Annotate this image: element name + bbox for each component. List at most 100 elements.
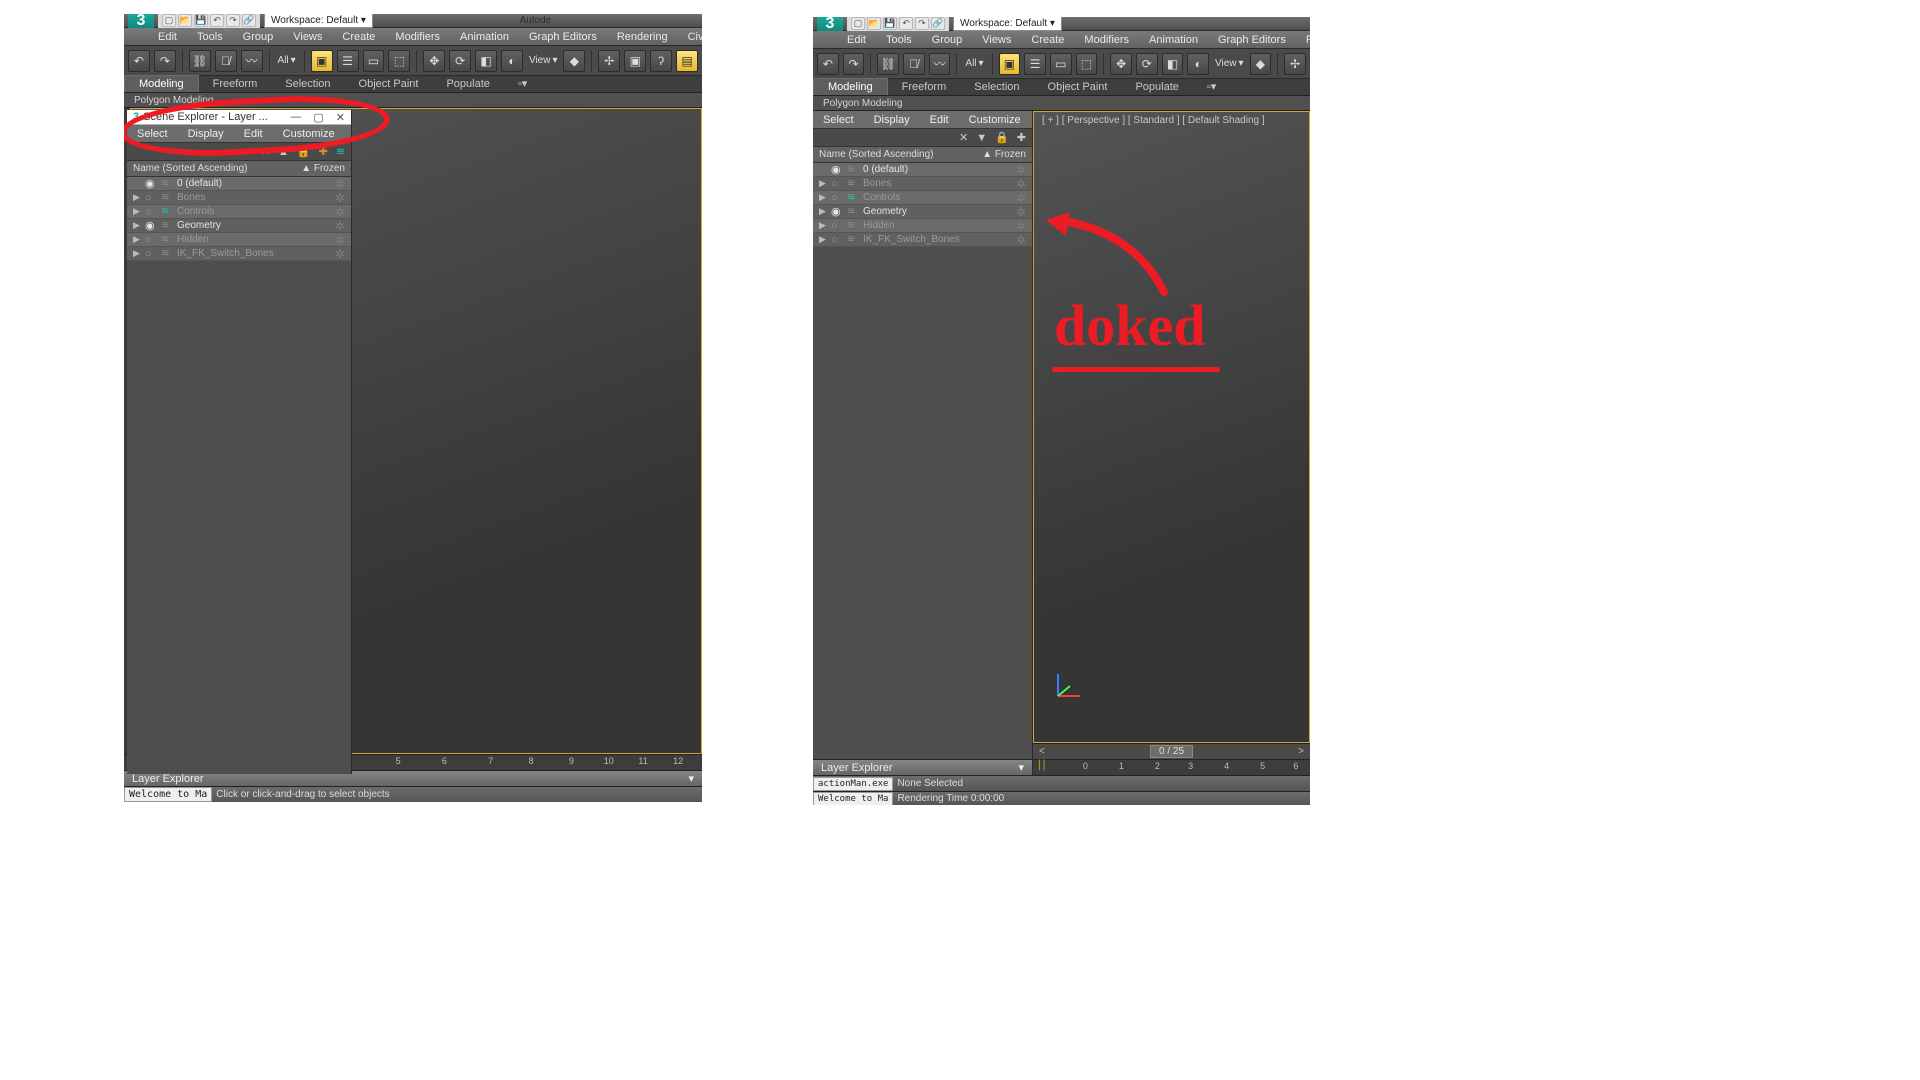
keyboard-shortcut-button[interactable]: ▣ [624, 50, 646, 72]
workspace-selector[interactable]: Workspace: Default ▾ [953, 17, 1062, 31]
scene-explorer-floating[interactable]: 3 Scene Explorer - Layer ... — ▢ ✕ Selec… [127, 110, 352, 774]
layer-row[interactable]: ▶○≋Hidden✲ [127, 233, 351, 247]
bind-button[interactable]: 〰 [929, 53, 951, 75]
layer-explorer-bar[interactable]: Layer Explorer▾ [813, 759, 1032, 775]
menu-group[interactable]: Group [922, 32, 973, 48]
undo-button[interactable]: ↶ [817, 53, 839, 75]
expand-arrow-icon[interactable]: ▶ [819, 206, 827, 217]
placement-button[interactable]: ◐ [501, 50, 523, 72]
rotate-button[interactable]: ⟳ [449, 50, 471, 72]
freeze-icon[interactable]: ✲ [335, 247, 351, 261]
visibility-eye-icon[interactable]: ○ [831, 220, 843, 232]
selection-filter[interactable]: All ▾ [276, 55, 298, 66]
maxscript-listener[interactable]: Welcome to Ma [124, 787, 212, 802]
visibility-eye-icon[interactable]: ○ [145, 206, 157, 218]
ribbon-tab-modeling[interactable]: Modeling [813, 78, 888, 95]
toggle-scene-explorer-button[interactable]: ▤ [676, 50, 698, 72]
undo-button[interactable]: ↶ [128, 50, 150, 72]
layer-row[interactable]: ◉≋0 (default)✲ [813, 163, 1032, 177]
menu-graph-editors[interactable]: Graph Editors [1208, 32, 1296, 48]
layer-name[interactable]: Geometry [863, 206, 1012, 217]
menu-animation[interactable]: Animation [450, 29, 519, 45]
time-ruler[interactable]: ⎮⎮ 0 1 2 3 4 5 6 [1033, 759, 1310, 775]
freeze-icon[interactable]: ✲ [335, 205, 351, 219]
menu-graph-editors[interactable]: Graph Editors [519, 29, 607, 45]
layer-name[interactable]: IK_FK_Switch_Bones [863, 234, 1012, 245]
se-lock-icon[interactable]: 🔒 [995, 131, 1009, 144]
visibility-eye-icon[interactable]: ○ [831, 178, 843, 190]
layer-row[interactable]: ◉≋0 (default)✲ [127, 177, 351, 191]
expand-arrow-icon[interactable]: ▶ [133, 248, 141, 259]
unlink-button[interactable]: ⛓̸ [903, 53, 925, 75]
layer-name[interactable]: Bones [177, 192, 331, 203]
layer-row[interactable]: ▶○≋Controls✲ [127, 205, 351, 219]
col-name[interactable]: Name (Sorted Ascending) [819, 149, 934, 160]
visibility-eye-icon[interactable]: ○ [831, 192, 843, 204]
visibility-eye-icon[interactable]: ○ [831, 234, 843, 246]
ribbon-collapse-icon[interactable]: ▫▾ [504, 75, 541, 92]
ref-coord-system[interactable]: View ▾ [527, 55, 560, 66]
freeze-icon[interactable]: ✲ [1016, 163, 1032, 177]
visibility-eye-icon[interactable]: ○ [145, 248, 157, 260]
ribbon-collapse-icon[interactable]: ▫▾ [1193, 78, 1230, 95]
time-slider[interactable]: < 0 / 25 > [1033, 743, 1310, 759]
layer-row[interactable]: ▶◉≋Geometry✲ [127, 219, 351, 233]
viewport-label[interactable]: [ + ] [ Perspective ] [ Standard ] [ Def… [1042, 115, 1265, 126]
use-pivot-button[interactable]: ◆ [1250, 53, 1272, 75]
col-frozen[interactable]: ▲ Frozen [982, 149, 1026, 160]
ribbon-tab-object-paint[interactable]: Object Paint [345, 76, 433, 92]
menu-views[interactable]: Views [972, 32, 1021, 48]
menu-tools[interactable]: Tools [876, 32, 922, 48]
freeze-icon[interactable]: ✲ [1016, 219, 1032, 233]
menu-create[interactable]: Create [332, 29, 385, 45]
layer-row[interactable]: ▶○≋Bones✲ [813, 177, 1032, 191]
expand-arrow-icon[interactable]: ▶ [133, 234, 141, 245]
layer-name[interactable]: 0 (default) [863, 164, 1012, 175]
scene-explorer-docked[interactable]: Select Display Edit Customize ✕ ▼ 🔒 ✚ Na… [813, 111, 1033, 775]
se-menu-display[interactable]: Display [864, 112, 920, 128]
workspace-selector[interactable]: Workspace: Default ▾ [264, 14, 373, 28]
menu-tools[interactable]: Tools [187, 29, 233, 45]
freeze-icon[interactable]: ✲ [335, 177, 351, 191]
qat-link-icon[interactable]: 🔗 [931, 17, 945, 30]
se-filter-icon[interactable]: ▼ [976, 132, 987, 144]
manipulate-button[interactable]: ✢ [598, 50, 620, 72]
qat-open-icon[interactable]: 📂 [178, 14, 192, 27]
visibility-eye-icon[interactable]: ○ [145, 234, 157, 246]
freeze-icon[interactable]: ✲ [1016, 205, 1032, 219]
selection-filter[interactable]: All ▾ [963, 58, 985, 69]
layer-name[interactable]: IK_FK_Switch_Bones [177, 248, 331, 259]
qat-undo-icon[interactable]: ↶ [899, 17, 913, 30]
ribbon-tab-selection[interactable]: Selection [271, 76, 344, 92]
scale-button[interactable]: ◧ [1162, 53, 1184, 75]
expand-arrow-icon[interactable]: ▶ [819, 234, 827, 245]
window-crossing-button[interactable]: ⬚ [388, 50, 410, 72]
expand-arrow-icon[interactable]: ▶ [133, 192, 141, 203]
layer-name[interactable]: Bones [863, 178, 1012, 189]
freeze-icon[interactable]: ✲ [1016, 191, 1032, 205]
expand-arrow-icon[interactable]: ▶ [133, 206, 141, 217]
layer-name[interactable]: Geometry [177, 220, 331, 231]
placement-button[interactable]: ◐ [1187, 53, 1209, 75]
freeze-icon[interactable]: ✲ [1016, 177, 1032, 191]
se-layers-icon[interactable]: ≋ [336, 145, 345, 158]
scene-explorer-header[interactable]: Name (Sorted Ascending) ▲ Frozen [813, 147, 1032, 163]
manipulate-button[interactable]: ✢ [1284, 53, 1306, 75]
menu-rendering[interactable]: Rendering [1296, 32, 1310, 48]
unlink-button[interactable]: ⛓̸ [215, 50, 237, 72]
menu-group[interactable]: Group [233, 29, 284, 45]
visibility-eye-icon[interactable]: ◉ [831, 163, 843, 176]
layer-row[interactable]: ▶○≋Bones✲ [127, 191, 351, 205]
layer-row[interactable]: ▶◉≋Geometry✲ [813, 205, 1032, 219]
se-menu-edit[interactable]: Edit [920, 112, 959, 128]
freeze-icon[interactable]: ✲ [335, 233, 351, 247]
maxscript-listener-line2[interactable]: Welcome to Ma [813, 792, 893, 806]
scale-button[interactable]: ◧ [475, 50, 497, 72]
layer-row[interactable]: ▶○≋Controls✲ [813, 191, 1032, 205]
scene-explorer-header[interactable]: Name (Sorted Ascending) ▲ Frozen [127, 161, 351, 177]
qat-new-icon[interactable]: ▢ [162, 14, 176, 27]
menu-rendering[interactable]: Rendering [607, 29, 678, 45]
rotate-button[interactable]: ⟳ [1136, 53, 1158, 75]
ref-coord-system[interactable]: View ▾ [1213, 58, 1246, 69]
viewport[interactable]: [ + ] [ Perspective ] [ Standard ] [ Def… [1033, 111, 1310, 743]
